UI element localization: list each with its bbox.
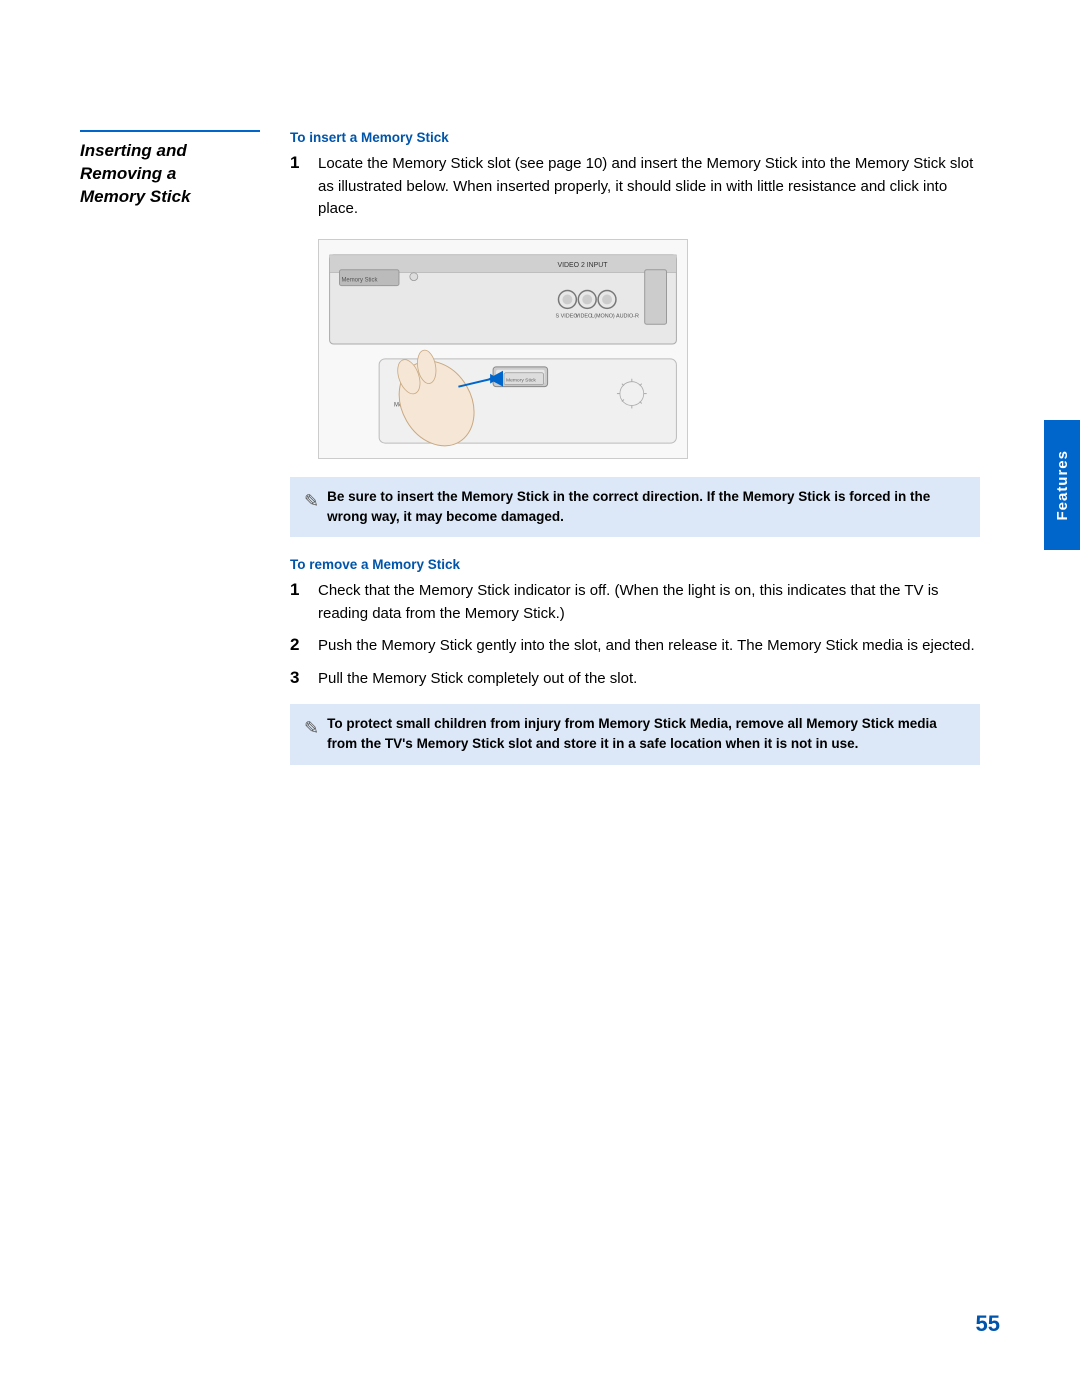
remove-step-3: 3 Pull the Memory Stick completely out o… [290, 668, 980, 691]
features-tab: Features [1044, 420, 1080, 550]
svg-text:Memory Stick: Memory Stick [341, 277, 377, 283]
remove-subsection-title: To remove a Memory Stick [290, 557, 980, 572]
svg-text:VIDEO: VIDEO [575, 313, 592, 319]
note-icon: ✎ [304, 488, 319, 515]
svg-text:L(MONO) AUDIO-R: L(MONO) AUDIO-R [591, 313, 639, 319]
insert-subsection-title: To insert a Memory Stick [290, 130, 980, 145]
remove-subsection: To remove a Memory Stick 1 Check that th… [290, 557, 980, 765]
remove-note: ✎ To protect small children from injury … [290, 704, 980, 765]
insert-step-1: 1 Locate the Memory Stick slot (see page… [290, 153, 980, 221]
svg-text:Memory Stick: Memory Stick [506, 377, 536, 383]
page-number: 55 [976, 1311, 1000, 1337]
remove-step-2: 2 Push the Memory Stick gently into the … [290, 635, 980, 658]
remove-step-1: 1 Check that the Memory Stick indicator … [290, 580, 980, 625]
remove-note-icon: ✎ [304, 715, 319, 742]
insert-note: ✎ Be sure to insert the Memory Stick in … [290, 477, 980, 538]
insert-subsection: To insert a Memory Stick 1 Locate the Me… [290, 130, 980, 537]
svg-text:S VIDEO: S VIDEO [556, 313, 578, 319]
features-tab-label: Features [1054, 450, 1071, 521]
svg-text:VIDEO 2 INPUT: VIDEO 2 INPUT [558, 261, 609, 268]
remove-note-text: To protect small children from injury fr… [327, 714, 966, 755]
illustration: VIDEO 2 INPUT S VIDEO VIDEO L(MONO) AUDI… [318, 239, 688, 459]
insert-note-text: Be sure to insert the Memory Stick in th… [327, 487, 966, 528]
section-title: Inserting and Removing a Memory Stick [80, 130, 260, 209]
